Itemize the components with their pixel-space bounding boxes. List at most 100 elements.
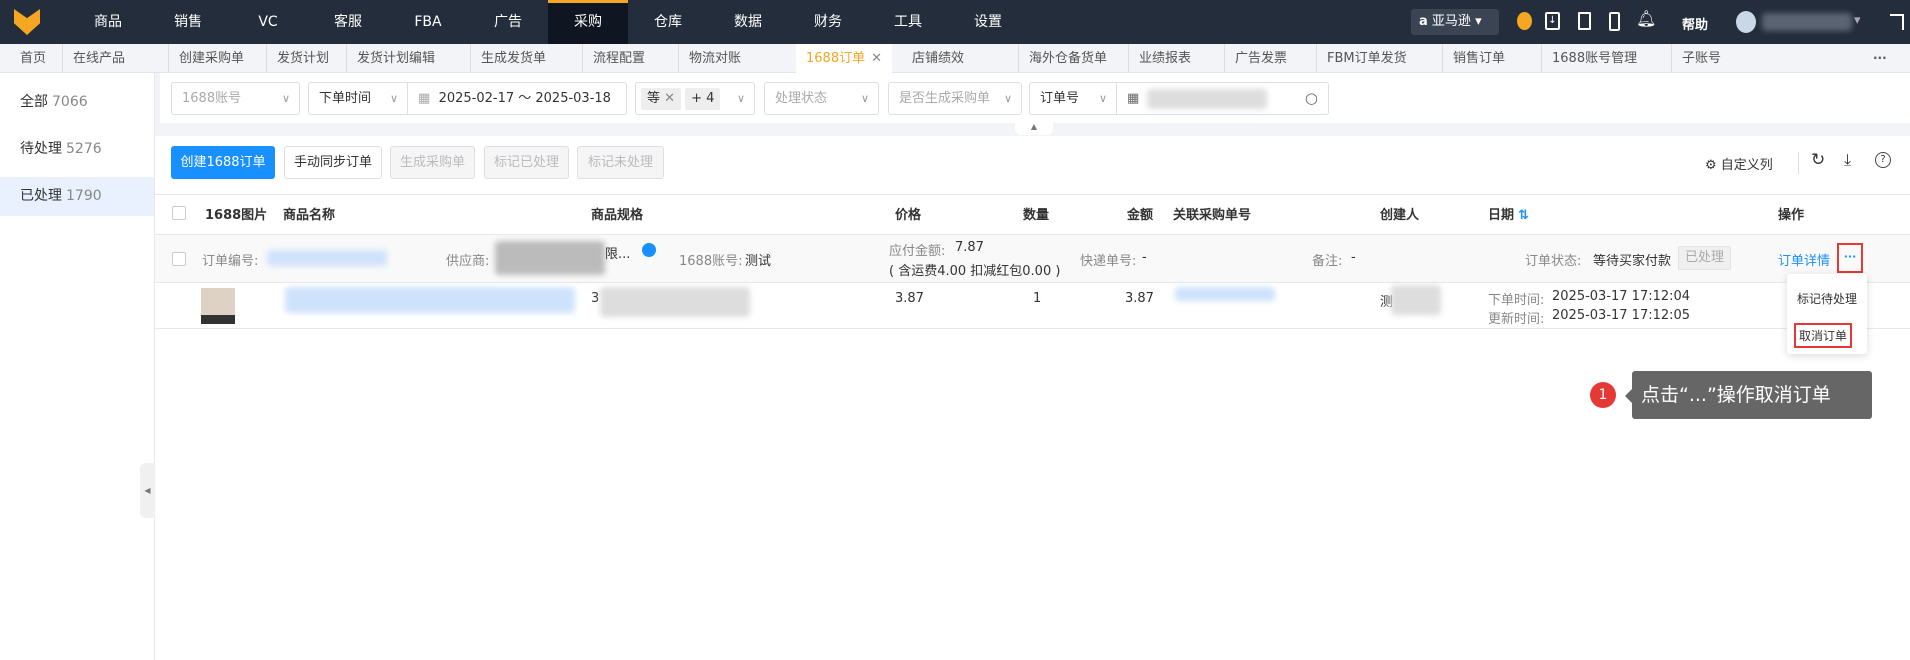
account-select[interactable]: 1688账号 ∨: [171, 82, 300, 115]
filter-collapse-toggle[interactable]: ▲: [1015, 121, 1053, 135]
tab-bar: 首页 在线产品 创建采购单 发货计划 发货计划编辑 生成发货单 流程配置 物流对账 1688订单…: [0, 44, 1910, 73]
sync-orders-button[interactable]: 手动同步订单: [284, 146, 382, 179]
tab-14[interactable]: 销售订单: [1442, 44, 1505, 73]
export-icon[interactable]: ⤓: [1844, 150, 1851, 170]
nav-item-1[interactable]: 销售: [148, 0, 228, 44]
tab-11[interactable]: 业绩报表: [1128, 44, 1191, 73]
tab-13[interactable]: FBM订单发货: [1316, 44, 1407, 73]
nav-item-11[interactable]: 设置: [948, 0, 1028, 44]
marketplace-select[interactable]: a 亚马逊 ▾: [1411, 9, 1499, 35]
tab-12[interactable]: 广告发票: [1224, 44, 1287, 73]
column-header-7: 创建人: [1380, 204, 1419, 223]
column-header-1: 商品名称: [283, 204, 335, 223]
help-icon[interactable]: ?: [1875, 152, 1891, 168]
search-type-select[interactable]: 订单号 ∨: [1029, 82, 1117, 115]
spec-blurred: [600, 287, 750, 317]
tab-4[interactable]: 发货计划编辑: [346, 44, 435, 73]
more-actions-button[interactable]: ···: [1837, 243, 1863, 273]
nav-item-10[interactable]: 工具: [868, 0, 948, 44]
sort-icon[interactable]: ⇅: [1518, 208, 1529, 223]
nav-item-8[interactable]: 数据: [708, 0, 788, 44]
sidebar-item-0[interactable]: 全部 7066: [0, 83, 154, 122]
sidebar-item-1[interactable]: 待处理 5276: [0, 130, 154, 169]
tabs-more-icon[interactable]: ···: [1873, 51, 1887, 65]
column-header-label: 商品名称: [283, 208, 336, 223]
product-image[interactable]: [201, 288, 235, 324]
tab-10[interactable]: 海外仓备货单: [1018, 44, 1107, 73]
sidebar-item-2[interactable]: 已处理 1790: [0, 177, 154, 216]
bell-icon[interactable]: 🔔︎: [1636, 9, 1656, 28]
create-order-button[interactable]: 创建1688订单: [171, 146, 275, 179]
avatar[interactable]: [1736, 11, 1756, 33]
tab-label: 发货计划: [277, 51, 330, 66]
refresh-icon[interactable]: ↻: [1811, 150, 1825, 170]
help-link[interactable]: 帮助: [1682, 14, 1708, 33]
tab-0[interactable]: 首页: [20, 44, 46, 73]
tab-5[interactable]: 生成发货单: [470, 44, 546, 73]
wangwang-chat-icon[interactable]: [642, 243, 656, 257]
mark-processed-button[interactable]: 标记已处理: [484, 146, 569, 179]
platform-multiselect[interactable]: 等 ✕ + 4 ∨: [635, 82, 755, 115]
mark-unprocessed-button[interactable]: 标记未处理: [577, 146, 664, 179]
amount-value: 3.87: [1125, 291, 1154, 306]
column-header-8[interactable]: 日期 ⇅: [1488, 204, 1529, 223]
fullscreen-icon[interactable]: [1890, 14, 1904, 30]
download-icon[interactable]: ↓: [1545, 12, 1560, 30]
linked-po-blurred[interactable]: [1175, 287, 1275, 301]
order-status-label: 订单状态:: [1525, 254, 1582, 269]
tab-label: 首页: [20, 51, 47, 66]
tab-9[interactable]: 店铺绩效: [912, 44, 964, 73]
order-no-blurred[interactable]: [267, 250, 387, 266]
tab-7[interactable]: 物流对账: [678, 44, 741, 73]
time-type-select[interactable]: 下单时间 ∨: [308, 82, 408, 115]
nav-item-0[interactable]: 商品: [68, 0, 148, 44]
user-menu-chevron-icon[interactable]: ▾: [1854, 13, 1861, 28]
process-status-select[interactable]: 处理状态 ∨: [764, 82, 879, 115]
tab-2[interactable]: 创建采购单: [168, 44, 244, 73]
payable-label: 应付金额:: [889, 244, 946, 259]
nav-item-7[interactable]: 仓库: [628, 0, 708, 44]
nav-item-5[interactable]: 广告: [468, 0, 548, 44]
menu-item-cancel-order[interactable]: 取消订单: [1794, 323, 1853, 348]
amazon-icon: a: [1419, 14, 1428, 29]
search-input[interactable]: ▦ ○: [1117, 82, 1329, 115]
generate-po-button[interactable]: 生成采购单: [390, 146, 475, 179]
select-all-checkbox[interactable]: [172, 206, 186, 220]
nav-item-4[interactable]: FBA: [388, 0, 468, 44]
nav-item-6[interactable]: 采购: [548, 0, 628, 44]
tab-label: 广告发票: [1235, 51, 1288, 66]
mobile-icon[interactable]: [1609, 12, 1620, 31]
chevron-down-icon: ∨: [1003, 92, 1012, 105]
chip-close-icon[interactable]: ✕: [664, 91, 675, 106]
generated-po-select[interactable]: 是否生成采购单 ∨: [888, 82, 1022, 115]
order-detail-link[interactable]: 订单详情: [1778, 250, 1830, 269]
document-icon[interactable]: [1578, 12, 1591, 30]
date-range-picker[interactable]: ▦ 2025-02-17 ～ 2025-03-18: [408, 82, 627, 115]
search-icon[interactable]: ○: [1305, 83, 1318, 114]
column-header-6: 关联采购单号: [1173, 204, 1251, 223]
nav-item-2[interactable]: VC: [228, 0, 308, 44]
tab-3[interactable]: 发货计划: [266, 44, 329, 73]
tab-close-icon[interactable]: ✕: [871, 51, 882, 66]
custom-columns-button[interactable]: ⚙ 自定义列: [1705, 154, 1773, 173]
logo[interactable]: [14, 9, 40, 35]
nav-item-3[interactable]: 客服: [308, 0, 388, 44]
product-name-blurred[interactable]: [285, 287, 575, 313]
menu-item-mark-pending[interactable]: 标记待处理: [1797, 290, 1857, 307]
express-value: -: [1142, 250, 1147, 265]
tab-6[interactable]: 流程配置: [582, 44, 645, 73]
payable-detail: ( 含运费4.00 扣减红包0.00 ): [889, 264, 1061, 279]
sidebar-collapse-handle[interactable]: ◀: [140, 463, 155, 518]
tab-1[interactable]: 在线产品: [62, 44, 125, 73]
order-checkbox[interactable]: [172, 252, 186, 266]
tab-8[interactable]: 1688订单 ✕: [796, 44, 892, 73]
tab-15[interactable]: 1688账号管理: [1541, 44, 1637, 73]
tab-label: 海外仓备货单: [1029, 51, 1108, 66]
tab-label: 1688账号管理: [1552, 51, 1638, 66]
tab-16[interactable]: 子账号: [1671, 44, 1721, 73]
nav-item-9[interactable]: 财务: [788, 0, 868, 44]
gear-icon: ⚙: [1705, 158, 1717, 173]
service-icon[interactable]: [1517, 12, 1532, 30]
order-no-label: 订单编号:: [202, 254, 259, 269]
table-row: 3 3.87 1 3.87 测 下单时间: 2025-03-17 17:12:0…: [155, 283, 1910, 329]
